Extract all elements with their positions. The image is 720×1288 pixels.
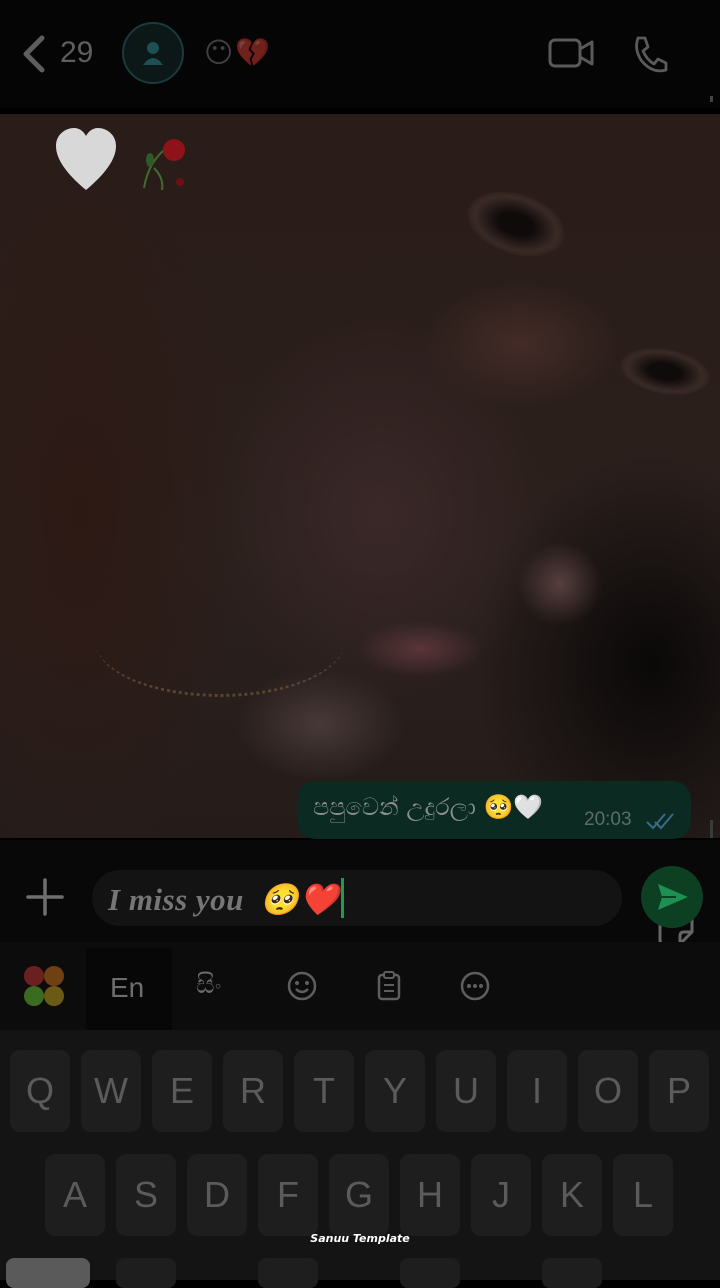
message-text: පපුවෙන් උදුරලා 🥺🤍 [313, 793, 544, 821]
text-caret [340, 878, 344, 918]
keyboard-tab-english[interactable]: En [86, 948, 172, 1030]
photo-eye-left [459, 180, 573, 268]
send-arrow-icon [658, 884, 688, 910]
keyboard-tab-english-label: En [110, 972, 145, 1003]
key-l[interactable]: L [613, 1154, 673, 1236]
key-r[interactable]: R [223, 1050, 283, 1132]
key-j[interactable]: J [471, 1154, 531, 1236]
key-s[interactable]: S [116, 1154, 176, 1236]
person-icon [143, 42, 163, 65]
scroll-edge-mark [710, 96, 713, 102]
key-o[interactable]: O [578, 1050, 638, 1132]
message-time: 20:03 [584, 809, 632, 830]
message-input-value: I miss you 🥺❤️ [108, 878, 344, 918]
attach-plus-icon[interactable] [24, 876, 66, 918]
video-call-icon[interactable] [548, 36, 594, 70]
key-q[interactable]: Q [10, 1050, 70, 1132]
key-h[interactable]: H [400, 1154, 460, 1236]
clipboard-icon[interactable] [373, 970, 405, 1002]
key-p[interactable]: P [649, 1050, 709, 1132]
key-b[interactable] [400, 1258, 460, 1288]
key-f[interactable]: F [258, 1154, 318, 1236]
shift-key[interactable] [6, 1258, 90, 1288]
contact-avatar[interactable] [122, 22, 184, 84]
white-heart-icon [56, 128, 116, 190]
outgoing-message-bubble[interactable]: පපුවෙන් උදුරලා 🥺🤍 20:03 [297, 781, 691, 839]
keyboard-tab-sinhala[interactable]: සිං [196, 970, 221, 1001]
key-a[interactable]: A [45, 1154, 105, 1236]
contact-name-emoji[interactable]: 😶💔 [204, 36, 272, 69]
scroll-edge-mark-lower [710, 820, 713, 838]
keyboard-logo-icon[interactable] [22, 964, 66, 1008]
phone-call-icon[interactable] [632, 34, 668, 74]
message-composer: I miss you 🥺❤️ [0, 840, 720, 946]
chat-wallpaper-photo [0, 114, 720, 838]
key-m[interactable] [542, 1258, 602, 1288]
read-receipt-icon [646, 813, 674, 830]
key-z[interactable] [116, 1258, 176, 1288]
key-g[interactable]: G [329, 1154, 389, 1236]
keyboard-toolbar: En සිං [0, 942, 720, 1030]
key-e[interactable]: E [152, 1050, 212, 1132]
chat-header: 29 😶💔 [0, 0, 720, 108]
more-options-icon[interactable] [459, 970, 491, 1002]
key-t[interactable]: T [294, 1050, 354, 1132]
message-input[interactable]: I miss you 🥺❤️ [92, 870, 694, 946]
key-i[interactable]: I [507, 1050, 567, 1132]
unread-count[interactable]: 29 [60, 36, 93, 70]
rose-flower-icon [143, 139, 185, 191]
back-arrow-icon[interactable] [18, 34, 48, 74]
key-u[interactable]: U [436, 1050, 496, 1132]
key-d[interactable]: D [187, 1154, 247, 1236]
photo-necklace [95, 584, 345, 697]
photo-eye-right [616, 341, 714, 402]
key-k[interactable]: K [542, 1154, 602, 1236]
key-w[interactable]: W [81, 1050, 141, 1132]
watermark-text: Sanuu Template [310, 1232, 410, 1245]
emoji-smiley-icon[interactable] [286, 970, 318, 1002]
key-c[interactable] [258, 1258, 318, 1288]
key-y[interactable]: Y [365, 1050, 425, 1132]
send-button[interactable] [641, 866, 703, 928]
